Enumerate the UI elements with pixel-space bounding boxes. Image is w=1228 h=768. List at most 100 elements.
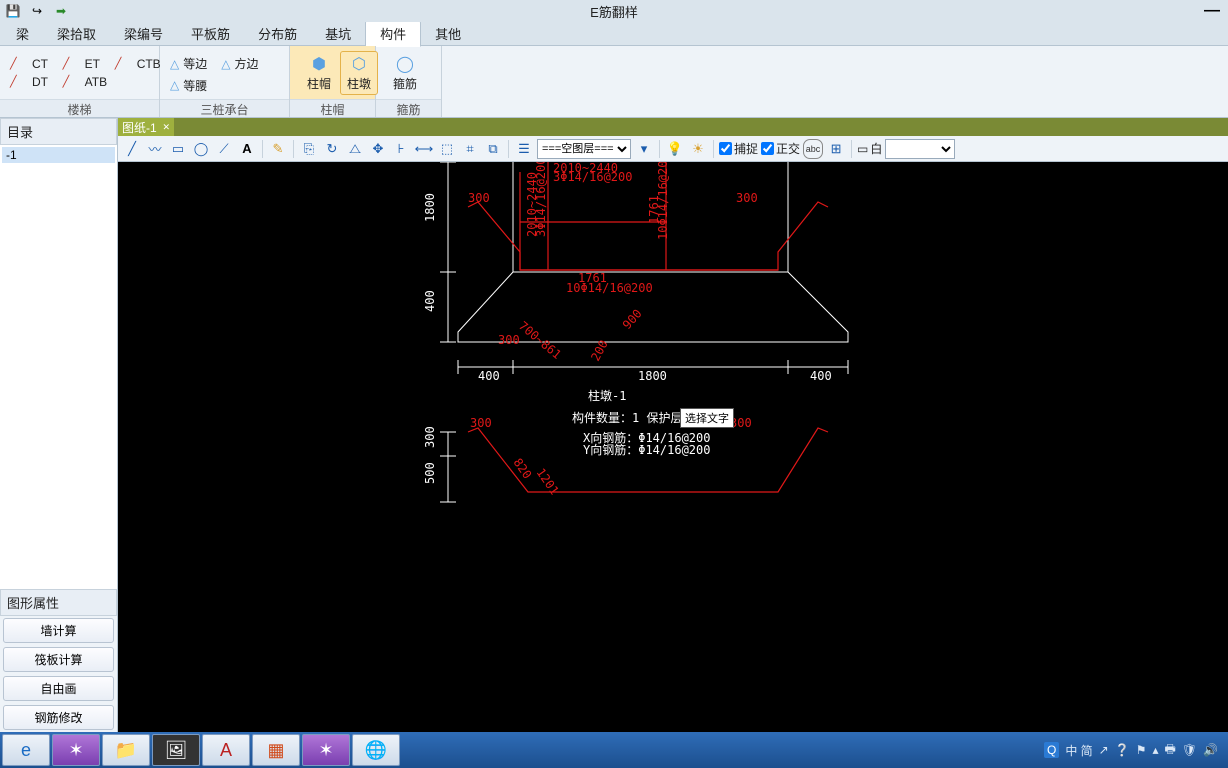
tray-help-icon[interactable]: ❔: [1115, 743, 1130, 757]
ribbon-group-stairs: 楼梯: [0, 99, 159, 117]
tab-drawing1[interactable]: 图纸-1✕: [118, 118, 174, 136]
tool-copy[interactable]: ⎘: [299, 139, 319, 159]
tree-item[interactable]: -1: [2, 147, 115, 163]
tree-view[interactable]: -1: [0, 145, 117, 589]
svg-text:820: 820: [511, 456, 535, 482]
menu-goujian[interactable]: 构件: [365, 20, 421, 47]
app-title: E筋翻样: [590, 2, 638, 21]
btn-faban[interactable]: 筏板计算: [3, 647, 114, 672]
abc-icon[interactable]: abc: [803, 139, 823, 159]
tray-link-icon[interactable]: ↗: [1099, 743, 1109, 757]
svg-text:500: 500: [423, 462, 437, 484]
drawing-canvas[interactable]: 1800 400 400 1800 400 300 300 1761 10Φ14…: [118, 162, 1228, 732]
svg-text:10Φ14/16@200: 10Φ14/16@200: [656, 162, 670, 240]
canvas-wrap: 图纸-1✕ ╱ 〰 ▭ ◯ ⟋ A ✎ ⎘ ↻ ⧍ ✥ ⊦ ⟷ ⬚ ⌗ ⧉ ☰ …: [118, 118, 1228, 732]
save-icon[interactable]: 💾: [4, 3, 22, 19]
main-area: 目录 -1 图形属性 墙计算 筏板计算 自由画 钢筋修改 图纸-1✕ ╱ 〰 ▭…: [0, 118, 1228, 732]
tool-polyline[interactable]: 〰: [145, 139, 165, 159]
menu-liang[interactable]: 梁: [2, 21, 43, 46]
menu-fenbujin[interactable]: 分布筋: [244, 21, 311, 46]
tool-move[interactable]: ✥: [368, 139, 388, 159]
zhudun-button[interactable]: ⬡柱墩: [340, 51, 378, 95]
menu-qita[interactable]: 其他: [421, 21, 475, 46]
svg-text:300: 300: [470, 416, 492, 430]
minimize-button[interactable]: —: [1204, 2, 1220, 20]
menu-bar: 梁 梁拾取 梁编号 平板筋 分布筋 基坑 构件 其他: [0, 22, 1228, 46]
svg-text:400: 400: [478, 369, 500, 383]
pile-fangbian[interactable]: △方边: [221, 55, 258, 72]
tool-unknown2[interactable]: ⧉: [483, 139, 503, 159]
tool-circle[interactable]: ◯: [191, 139, 211, 159]
tray-up-icon[interactable]: ▴: [1152, 743, 1158, 757]
tray-shield-icon[interactable]: 🛡: [1182, 743, 1197, 757]
tool-boundary[interactable]: ⬚: [437, 139, 457, 159]
separator: [659, 140, 660, 158]
taskbar-app2[interactable]: ✶: [302, 734, 350, 766]
taskbar-photos[interactable]: 🖼: [152, 734, 200, 766]
svg-text:1800: 1800: [423, 193, 437, 222]
tool-rotate[interactable]: ↻: [322, 139, 342, 159]
tool-mirror[interactable]: ⧍: [345, 139, 365, 159]
menu-jikeng[interactable]: 基坑: [311, 21, 365, 46]
tool-rect[interactable]: ▭: [168, 139, 188, 159]
tray-speaker-icon[interactable]: 🔊: [1203, 743, 1218, 757]
layer-select[interactable]: ===空图层===: [537, 139, 631, 159]
tray-print-icon[interactable]: 🖶: [1164, 740, 1175, 761]
menu-liangshiq[interactable]: 梁拾取: [43, 21, 110, 46]
stairs-dt[interactable]: ╱DT ╱ATB: [10, 75, 107, 89]
svg-text:1201: 1201: [534, 466, 562, 498]
tool-arc[interactable]: ⟋: [214, 139, 234, 159]
tool-line[interactable]: ╱: [122, 139, 142, 159]
import-icon[interactable]: ➡: [52, 3, 70, 19]
taskbar-app1[interactable]: ✶: [52, 734, 100, 766]
svg-text:Y向钢筋：Φ14/16@200: Y向钢筋：Φ14/16@200: [583, 442, 710, 457]
tool-text[interactable]: A: [237, 139, 257, 159]
tray-ime[interactable]: 中 简: [1065, 742, 1092, 759]
taskbar-ppt[interactable]: ▦: [252, 734, 300, 766]
tool-strip: ╱ 〰 ▭ ◯ ⟋ A ✎ ⎘ ↻ ⧍ ✥ ⊦ ⟷ ⬚ ⌗ ⧉ ☰ ===空图层…: [118, 136, 1228, 162]
separator: [713, 140, 714, 158]
tool-trim[interactable]: ⊦: [391, 139, 411, 159]
tool-measure[interactable]: ⟷: [414, 139, 434, 159]
menu-liangbianhao[interactable]: 梁编号: [110, 21, 177, 46]
separator: [293, 140, 294, 158]
ortho-toggle[interactable]: 正交: [761, 140, 800, 157]
svg-text:700~861: 700~861: [516, 319, 564, 362]
btn-qiang[interactable]: 墙计算: [3, 618, 114, 643]
bulb-icon[interactable]: 💡: [665, 139, 685, 159]
ribbon-group-gujin: 箍筋: [376, 99, 441, 117]
tooltip-select-text: 选择文字: [680, 408, 734, 428]
gujin-button[interactable]: ◯箍筋: [386, 51, 424, 95]
system-tray: Q 中 简 ↗ ❔ ⚑ ▴ 🖶 🛡 🔊: [1044, 740, 1226, 761]
tray-flag-icon[interactable]: ⚑: [1136, 743, 1147, 757]
separator: [508, 140, 509, 158]
sun-icon[interactable]: ☀: [688, 139, 708, 159]
title-bar: 💾 ↪ ➡ E筋翻样 —: [0, 0, 1228, 22]
drawing-svg: 1800 400 400 1800 400 300 300 1761 10Φ14…: [118, 162, 1228, 732]
snap-toggle[interactable]: 捕捉: [719, 140, 758, 157]
tree-header: 目录: [0, 118, 117, 145]
taskbar-autocad[interactable]: A: [202, 734, 250, 766]
redo-icon[interactable]: ↪: [28, 3, 46, 19]
menu-pingbanjin[interactable]: 平板筋: [177, 21, 244, 46]
pile-dengyao[interactable]: △等腰: [170, 77, 207, 94]
stairs-ct[interactable]: ╱CT ╱ET ╱CTB: [10, 57, 161, 71]
tray-qq-icon[interactable]: Q: [1044, 742, 1059, 758]
tab-close-icon[interactable]: ✕: [162, 122, 170, 133]
taskbar-ie[interactable]: e: [2, 734, 50, 766]
svg-text:900: 900: [620, 307, 645, 332]
pile-dengbian[interactable]: △等边: [170, 55, 207, 72]
svg-text:1800: 1800: [638, 369, 667, 383]
tool-layer[interactable]: ☰: [514, 139, 534, 159]
grid-icon[interactable]: ⊞: [826, 139, 846, 159]
zhumao-button[interactable]: ⬢柱帽: [300, 51, 338, 95]
tool-brush[interactable]: ✎: [268, 139, 288, 159]
color-select[interactable]: [885, 139, 955, 159]
taskbar-browser[interactable]: 🌐: [352, 734, 400, 766]
tool-unknown1[interactable]: ⌗: [460, 139, 480, 159]
svg-text:3Φ14/16@200: 3Φ14/16@200: [534, 162, 548, 237]
btn-gangjin[interactable]: 钢筋修改: [3, 705, 114, 730]
tool-layerdrop[interactable]: ▾: [634, 139, 654, 159]
taskbar-explorer[interactable]: 📁: [102, 734, 150, 766]
btn-ziyou[interactable]: 自由画: [3, 676, 114, 701]
